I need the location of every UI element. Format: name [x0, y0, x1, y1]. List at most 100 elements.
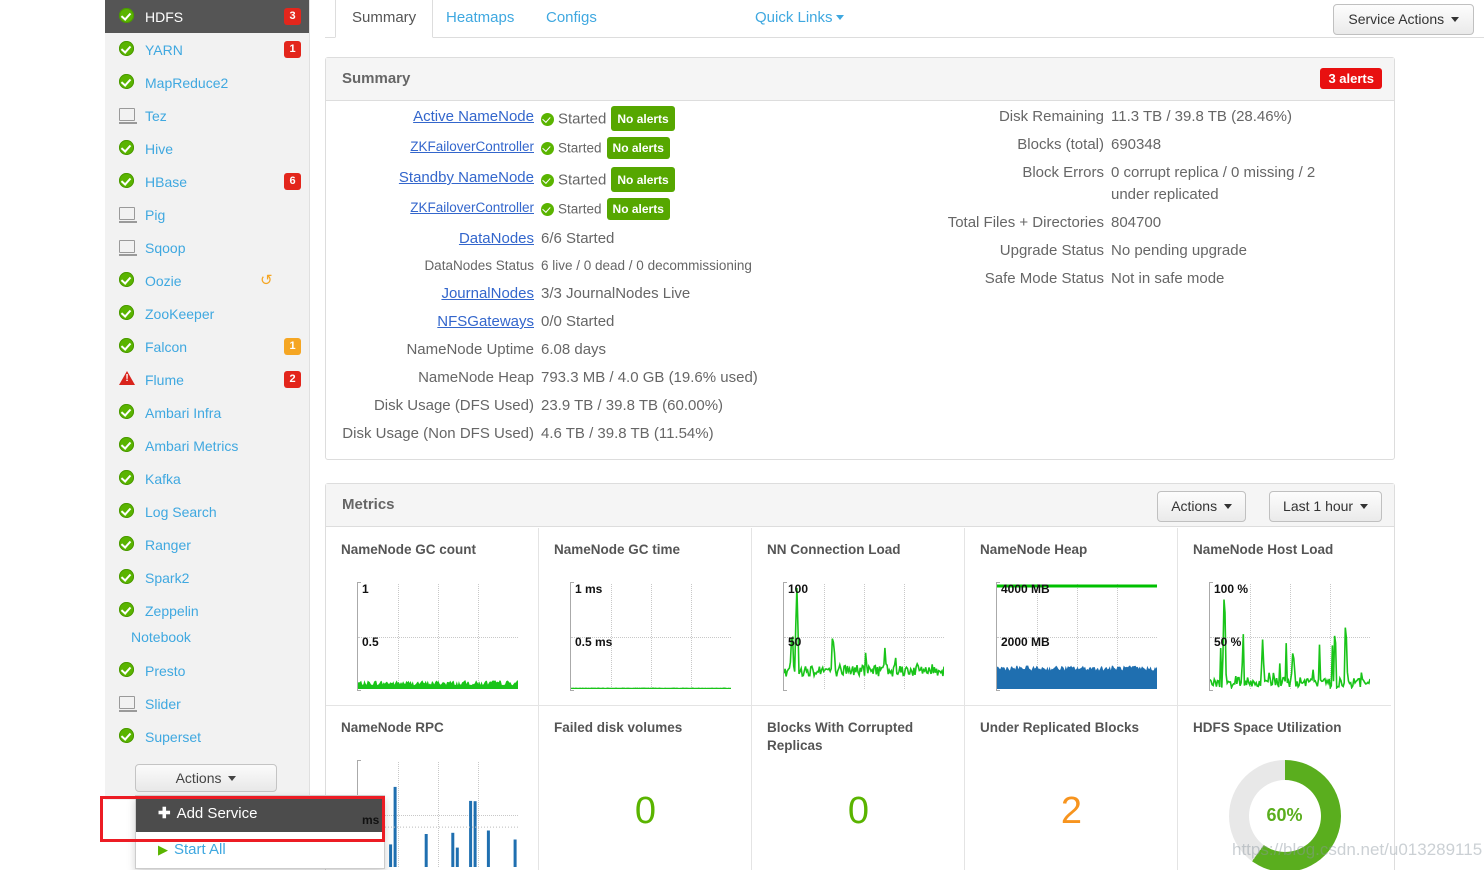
sidebar-item-label: Log Search [145, 503, 217, 520]
no-alerts-badge[interactable]: No alerts [611, 167, 675, 192]
sidebar-item-label: Pig [145, 206, 166, 223]
chart-axis-tick-label: 50 % [1214, 635, 1242, 649]
metric-widget-body: 100 % 50 % [1178, 578, 1391, 703]
metric-widget[interactable]: NN Connection Load 100 50 [752, 528, 965, 706]
menu-item-start-all-label: Start All [174, 841, 226, 858]
sidebar-item-slider[interactable]: Slider [105, 687, 309, 720]
sidebar-actions-button[interactable]: Actions [135, 764, 277, 792]
summary-panel-header: Summary 3 alerts [326, 58, 1394, 101]
status-badge[interactable]: 6 [284, 173, 301, 190]
tab-configs[interactable]: Configs [530, 0, 613, 38]
sidebar-item-label: Zeppelin [145, 602, 199, 619]
sidebar-item-yarn[interactable]: YARN 1 [105, 33, 309, 66]
sidebar-item-ambari-infra[interactable]: Ambari Infra [105, 396, 309, 429]
component-status: Started [558, 110, 607, 128]
summary-row: NFSGateways 0/0 Started [326, 311, 806, 333]
metric-widget-title: Blocks With Corrupted Replicas [767, 720, 914, 753]
metric-widget[interactable]: NameNode Heap 4000 MB 2000 MB [965, 528, 1178, 706]
summary-link[interactable]: ZKFailoverController [410, 200, 534, 215]
summary-link[interactable]: JournalNodes [441, 285, 534, 302]
status-badge[interactable]: 1 [284, 338, 301, 355]
chart-axis-tick-label: 0.5 ms [575, 635, 613, 649]
summary-link[interactable]: Standby NameNode [399, 169, 534, 186]
sidebar-item-superset[interactable]: Superset [105, 720, 309, 753]
sidebar-item-hdfs[interactable]: HDFS 3 [105, 0, 309, 33]
watermark-text: https://blog.csdn.net/u013289115 [1232, 840, 1483, 859]
check-circle-icon [119, 437, 135, 453]
metric-widget[interactable]: NameNode GC count 1 0.5 [326, 528, 539, 706]
summary-row: Block Errors 0 corrupt replica / 0 missin… [886, 162, 1346, 206]
sidebar-item-sublabel[interactable]: Notebook [131, 627, 309, 654]
status-badge[interactable]: 3 [284, 8, 301, 25]
metric-widget[interactable]: Failed disk volumes 0 [539, 706, 752, 870]
chart-axis-tick-label: 4000 MB [1001, 582, 1050, 596]
metrics-actions-button[interactable]: Actions [1157, 491, 1246, 522]
status-badge[interactable]: 2 [284, 371, 301, 388]
summary-row: DataNodes 6/6 Started [326, 228, 806, 250]
metric-value: 2 [1060, 790, 1083, 832]
status-badge[interactable]: 1 [284, 41, 301, 58]
summary-link[interactable]: ZKFailoverController [410, 139, 534, 154]
check-circle-icon [119, 569, 135, 585]
sidebar-item-flume[interactable]: Flume 2 [105, 363, 309, 396]
chart-axis-tick-label: ms [362, 813, 380, 827]
sidebar-item-falcon[interactable]: Falcon 1 [105, 330, 309, 363]
sidebar-item-presto[interactable]: Presto [105, 654, 309, 687]
sidebar-item-spark2[interactable]: Spark2 [105, 561, 309, 594]
metric-widget[interactable]: NameNode Host Load 100 % 50 % [1178, 528, 1391, 706]
menu-item-add-service[interactable]: ✚ Add Service [136, 796, 384, 832]
no-alerts-badge[interactable]: No alerts [606, 198, 670, 220]
summary-link[interactable]: Active NameNode [413, 108, 534, 125]
sidebar-item-ranger[interactable]: Ranger [105, 528, 309, 561]
quick-links-dropdown[interactable]: Quick Links [755, 0, 844, 38]
sidebar-item-pig[interactable]: Pig [105, 198, 309, 231]
metrics-time-range-button[interactable]: Last 1 hour [1269, 491, 1382, 522]
sidebar-item-hbase[interactable]: HBase 6 [105, 165, 309, 198]
no-alerts-badge[interactable]: No alerts [611, 106, 675, 131]
alerts-badge[interactable]: 3 alerts [1320, 68, 1382, 89]
tab-heatmaps[interactable]: Heatmaps [430, 0, 530, 38]
sidebar-item-ambari-metrics[interactable]: Ambari Metrics [105, 429, 309, 462]
summary-row-key: Standby NameNode [326, 167, 541, 192]
sidebar-item-tez[interactable]: Tez [105, 99, 309, 132]
summary-row-value: 6 live / 0 dead / 0 decommissioning [541, 258, 752, 273]
summary-link[interactable]: NFSGateways [437, 313, 534, 330]
sidebar-item-sqoop[interactable]: Sqoop [105, 231, 309, 264]
metric-widget[interactable]: Under Replicated Blocks 2 [965, 706, 1178, 870]
check-circle-icon [119, 728, 135, 744]
service-actions-button[interactable]: Service Actions [1333, 4, 1474, 35]
quick-links-label: Quick Links [755, 9, 833, 26]
actions-dropdown-menu: ✚ Add Service ▶ Start All [135, 795, 385, 869]
plus-icon: ✚ [158, 805, 171, 822]
tab-summary[interactable]: Summary [335, 0, 434, 38]
sidebar-item-kafka[interactable]: Kafka [105, 462, 309, 495]
check-circle-icon [541, 141, 554, 155]
metric-widget[interactable]: Blocks With Corrupted Replicas 0 [752, 706, 965, 870]
sidebar-item-mapreduce2[interactable]: MapReduce2 [105, 66, 309, 99]
summary-row-key: Disk Usage (DFS Used) [373, 397, 534, 414]
menu-item-start-all[interactable]: ▶ Start All [136, 832, 384, 868]
sidebar-item-zookeeper[interactable]: ZooKeeper [105, 297, 309, 330]
sidebar-item-oozie[interactable]: Oozie ↻ [105, 264, 309, 297]
chevron-down-icon [228, 776, 237, 781]
chevron-down-icon [835, 15, 844, 20]
summary-row: JournalNodes 3/3 JournalNodes Live [326, 283, 806, 305]
check-circle-icon [119, 305, 135, 321]
no-alerts-badge[interactable]: No alerts [606, 137, 670, 159]
sidebar-item-log-search[interactable]: Log Search [105, 495, 309, 528]
check-circle-icon [119, 41, 135, 57]
check-circle-icon [119, 470, 135, 486]
sidebar-item-label: Sqoop [145, 239, 186, 256]
metric-widget[interactable]: NameNode GC time 1 ms 0.5 ms [539, 528, 752, 706]
sidebar-item-label: Kafka [145, 470, 181, 487]
summary-right-column: Disk Remaining 11.3 TB / 39.8 TB (28.46%)… [886, 106, 1346, 296]
summary-link[interactable]: DataNodes [459, 230, 534, 247]
summary-row-value: 0 corrupt replica / 0 missing / 2 under … [1111, 164, 1316, 203]
metrics-title: Metrics [342, 496, 395, 513]
summary-row-value: 0/0 Started [541, 313, 615, 330]
summary-row-value: 6/6 Started [541, 230, 615, 247]
warning-triangle-icon [119, 371, 135, 387]
chart-axis-tick-label: 2000 MB [1001, 635, 1050, 649]
sidebar-item-hive[interactable]: Hive [105, 132, 309, 165]
sidebar-item-zeppelin[interactable]: Zeppelin [105, 594, 309, 627]
